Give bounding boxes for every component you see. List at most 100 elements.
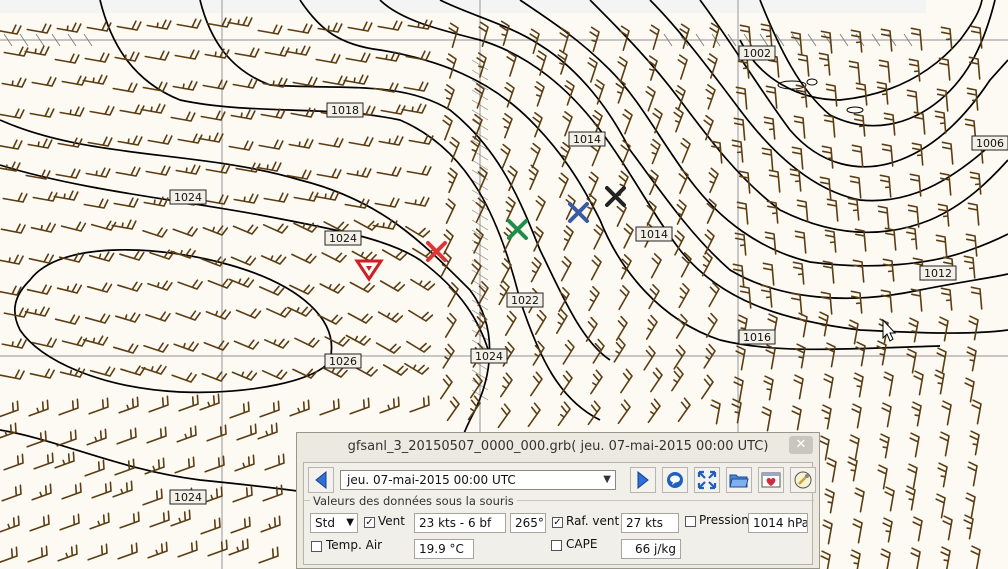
wind-barb-icon bbox=[119, 250, 145, 261]
date-select[interactable]: jeu. 07-mai-2015 00:00 UTC ▼ bbox=[340, 470, 616, 490]
wind-barb-icon bbox=[260, 515, 281, 533]
wind-barb-icon bbox=[825, 342, 836, 368]
wind-barb-icon bbox=[118, 396, 139, 414]
wind-barb-icon bbox=[877, 464, 888, 490]
wind-barb-icon bbox=[589, 26, 600, 52]
wind-barb-icon bbox=[31, 76, 57, 87]
wind-barb-icon bbox=[680, 137, 691, 164]
green-cross-marker-icon[interactable] bbox=[507, 219, 528, 240]
wind-barb-icon bbox=[819, 435, 830, 461]
chat-bubble-icon[interactable] bbox=[662, 467, 688, 493]
wind-barb-icon bbox=[142, 227, 168, 238]
temp-air-value: 19.9 °C bbox=[414, 539, 474, 559]
wind-barb-icon bbox=[647, 398, 661, 424]
wind-barb-icon bbox=[907, 204, 920, 228]
red-triangle-marker-icon[interactable] bbox=[354, 259, 384, 282]
next-arrow-icon[interactable] bbox=[630, 467, 656, 493]
wind-barb-icon bbox=[938, 57, 951, 81]
wind-barb-icon bbox=[678, 283, 690, 309]
wind-barb-icon bbox=[876, 340, 887, 366]
wind-barb-icon bbox=[258, 285, 285, 296]
grib-data-panel[interactable]: gfsanl_3_20150507_0000_000.grb( jeu. 07-… bbox=[296, 432, 820, 569]
wind-barb-icon bbox=[739, 285, 752, 309]
gust-checkbox[interactable]: ✓ bbox=[552, 517, 563, 528]
wind-barb-icon bbox=[848, 319, 859, 345]
open-folder-icon[interactable] bbox=[726, 467, 752, 493]
wind-barb-icon bbox=[852, 259, 865, 283]
wind-barb-icon bbox=[442, 114, 453, 141]
wind-barb-icon bbox=[82, 335, 109, 346]
wind-barb-icon bbox=[406, 340, 432, 353]
wind-barb-icon bbox=[590, 369, 603, 395]
wind-barb-icon bbox=[257, 422, 278, 440]
wind-barb-icon bbox=[116, 427, 137, 445]
wind-barb-icon bbox=[379, 280, 406, 292]
cape-label: CAPE bbox=[566, 537, 598, 551]
isobar-label: 1026 bbox=[324, 353, 362, 369]
wind-barb-icon bbox=[705, 312, 718, 338]
wind-barb-icon bbox=[707, 53, 718, 79]
svg-text:1014: 1014 bbox=[640, 228, 668, 241]
wind-barb-icon bbox=[557, 401, 571, 427]
prev-arrow-icon[interactable] bbox=[308, 467, 334, 493]
wind-barb-icon bbox=[847, 197, 860, 221]
pressure-checkbox[interactable] bbox=[685, 516, 696, 527]
wind-barb-icon bbox=[56, 283, 83, 294]
wind-barb-icon bbox=[3, 453, 24, 471]
wind-barb-icon bbox=[527, 402, 541, 428]
wind-barb-icon bbox=[345, 334, 371, 346]
wind-barb-icon bbox=[618, 285, 630, 311]
wind-barb-icon bbox=[291, 253, 317, 264]
wind-barb-icon bbox=[968, 56, 981, 80]
close-icon[interactable]: ✕ bbox=[789, 436, 813, 454]
wind-barb-icon bbox=[54, 53, 80, 64]
wind-barb-icon bbox=[534, 81, 545, 107]
wind-barb-icon bbox=[760, 23, 773, 47]
svg-text:1014: 1014 bbox=[573, 133, 601, 146]
temp-air-checkbox[interactable] bbox=[311, 541, 322, 552]
svg-text:1002: 1002 bbox=[743, 47, 771, 60]
wind-barb-icon bbox=[377, 311, 404, 323]
wind-barb-icon bbox=[854, 487, 865, 513]
wind-barb-icon bbox=[701, 251, 713, 277]
wind-barb-icon bbox=[382, 364, 409, 376]
wind-barb-icon bbox=[677, 397, 691, 423]
wind-barb-icon bbox=[855, 341, 866, 367]
blue-cross-marker-icon[interactable] bbox=[568, 202, 589, 223]
wind-barb-icon bbox=[677, 54, 688, 80]
altitude-select[interactable]: Std ▼ bbox=[310, 513, 358, 533]
wind-barb-icon bbox=[142, 488, 163, 506]
svg-text:1006: 1006 bbox=[976, 137, 1004, 150]
wind-barb-icon bbox=[53, 190, 79, 201]
wind-barb-icon bbox=[497, 403, 511, 429]
wind-barb-icon bbox=[120, 365, 146, 376]
wind-barb-icon bbox=[143, 342, 169, 353]
favorites-icon[interactable] bbox=[758, 467, 784, 493]
wind-barb-icon bbox=[410, 278, 436, 291]
wind-barb-icon bbox=[345, 52, 371, 63]
wind-barb-icon bbox=[475, 197, 486, 223]
wind-barb-icon bbox=[57, 544, 78, 562]
wind-barb-icon bbox=[590, 255, 602, 281]
wind-barb-icon bbox=[55, 168, 81, 179]
wind-barb-icon bbox=[967, 461, 978, 487]
fit-extent-icon[interactable] bbox=[694, 467, 720, 493]
wind-checkbox[interactable]: ✓ bbox=[364, 517, 375, 528]
preferences-icon[interactable] bbox=[790, 467, 816, 493]
wind-barb-icon bbox=[227, 16, 253, 27]
wind-barb-icon bbox=[347, 21, 373, 32]
mouse-values-group: Valeurs des données sous la souris Std ▼… bbox=[304, 494, 814, 567]
black-cross-marker-icon[interactable] bbox=[605, 186, 626, 207]
wind-barb-icon bbox=[262, 77, 288, 88]
wind-barb-icon bbox=[623, 223, 634, 249]
wind-barb-icon bbox=[761, 147, 774, 171]
wind-barb-icon bbox=[673, 107, 684, 133]
wind-barb-icon bbox=[206, 424, 227, 442]
wind-barb-icon bbox=[446, 53, 457, 79]
wind-value: 23 kts - 6 bf bbox=[414, 513, 506, 533]
cape-checkbox[interactable] bbox=[551, 540, 562, 551]
wind-barb-icon bbox=[620, 254, 632, 280]
wind-barb-icon bbox=[200, 110, 226, 121]
isobar-label: 1006 bbox=[971, 135, 1008, 151]
wind-barb-icon bbox=[145, 311, 171, 322]
